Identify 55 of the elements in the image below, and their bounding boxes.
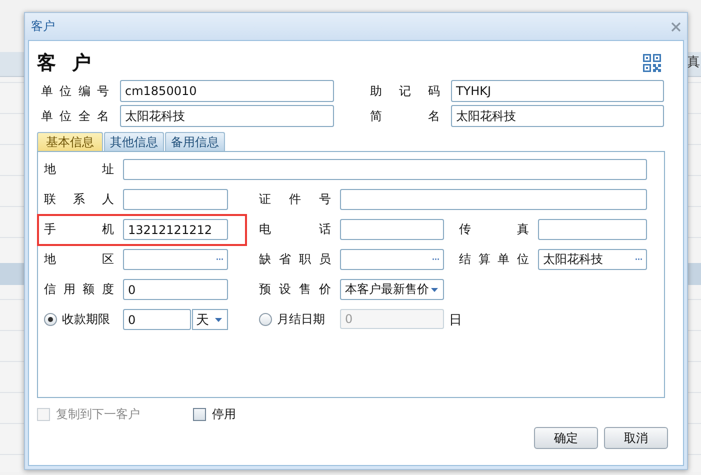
- text-field[interactable]: [538, 219, 647, 240]
- text-field[interactable]: [123, 159, 647, 180]
- ellipsis-button[interactable]: ···: [634, 253, 642, 266]
- text-field[interactable]: 0: [123, 279, 228, 300]
- ellipsis-button[interactable]: ···: [216, 253, 223, 266]
- field-label: 信用额度: [44, 281, 114, 298]
- field-label: 简名: [369, 108, 440, 124]
- dialog-button[interactable]: 取消: [604, 427, 668, 449]
- text-field[interactable]: [340, 189, 647, 210]
- lookup-field[interactable]: ···: [340, 249, 444, 270]
- field-label: 助记码: [369, 82, 440, 100]
- unit-label: 日: [449, 312, 463, 328]
- close-icon[interactable]: [671, 22, 681, 32]
- text-field[interactable]: [123, 189, 228, 210]
- field-label: 预设售价: [258, 281, 331, 298]
- ellipsis-button[interactable]: ···: [432, 253, 439, 266]
- field-label: 地区: [44, 251, 114, 268]
- caret-icon: [431, 288, 438, 292]
- window-title: 客户: [31, 18, 55, 35]
- qr-code-icon[interactable]: [643, 54, 661, 72]
- text-field[interactable]: 13212121212: [123, 219, 228, 240]
- tab[interactable]: 备用信息: [165, 132, 225, 151]
- number-field[interactable]: 0: [123, 309, 191, 330]
- text-field[interactable]: cm1850010: [120, 80, 334, 102]
- text-field[interactable]: 太阳花科技: [120, 105, 334, 127]
- checkbox-label: 复制到下一客户: [56, 406, 140, 422]
- text-field[interactable]: 太阳花科技: [451, 105, 664, 127]
- field-label: 单位编号: [41, 82, 109, 100]
- field-label: 传真: [458, 221, 529, 238]
- dialog-button[interactable]: 确定: [534, 427, 598, 449]
- field-label: 证件号: [258, 191, 331, 208]
- checkbox[interactable]: [193, 408, 206, 420]
- number-field: 0: [340, 309, 444, 329]
- field-label: 单位全名: [41, 108, 109, 124]
- form-heading: 客户: [37, 51, 91, 76]
- caret-icon: [215, 318, 222, 322]
- lookup-field[interactable]: 太阳花科技 ···: [538, 249, 647, 270]
- field-label: 缺省职员: [258, 251, 331, 268]
- unit-dropdown[interactable]: 天: [192, 309, 228, 330]
- field-label: 电话: [258, 221, 331, 238]
- radio-label: 收款期限: [62, 311, 110, 328]
- tab[interactable]: 其他信息: [104, 132, 164, 151]
- checkbox-label: 停用: [212, 406, 236, 422]
- text-field[interactable]: [340, 219, 444, 240]
- field-label: 联系人: [44, 191, 114, 208]
- column-header: 真: [687, 54, 700, 71]
- tab[interactable]: 基本信息: [37, 132, 103, 151]
- dropdown[interactable]: 本客户最新售价: [340, 279, 444, 300]
- field-label: 手机: [44, 221, 114, 238]
- radio-button[interactable]: [44, 313, 57, 326]
- field-label: 地址: [44, 161, 114, 178]
- field-label: 结算单位: [458, 251, 529, 268]
- radio-label: 月结日期: [277, 311, 325, 328]
- text-field[interactable]: TYHKJ: [451, 80, 664, 102]
- lookup-field[interactable]: ···: [123, 249, 228, 270]
